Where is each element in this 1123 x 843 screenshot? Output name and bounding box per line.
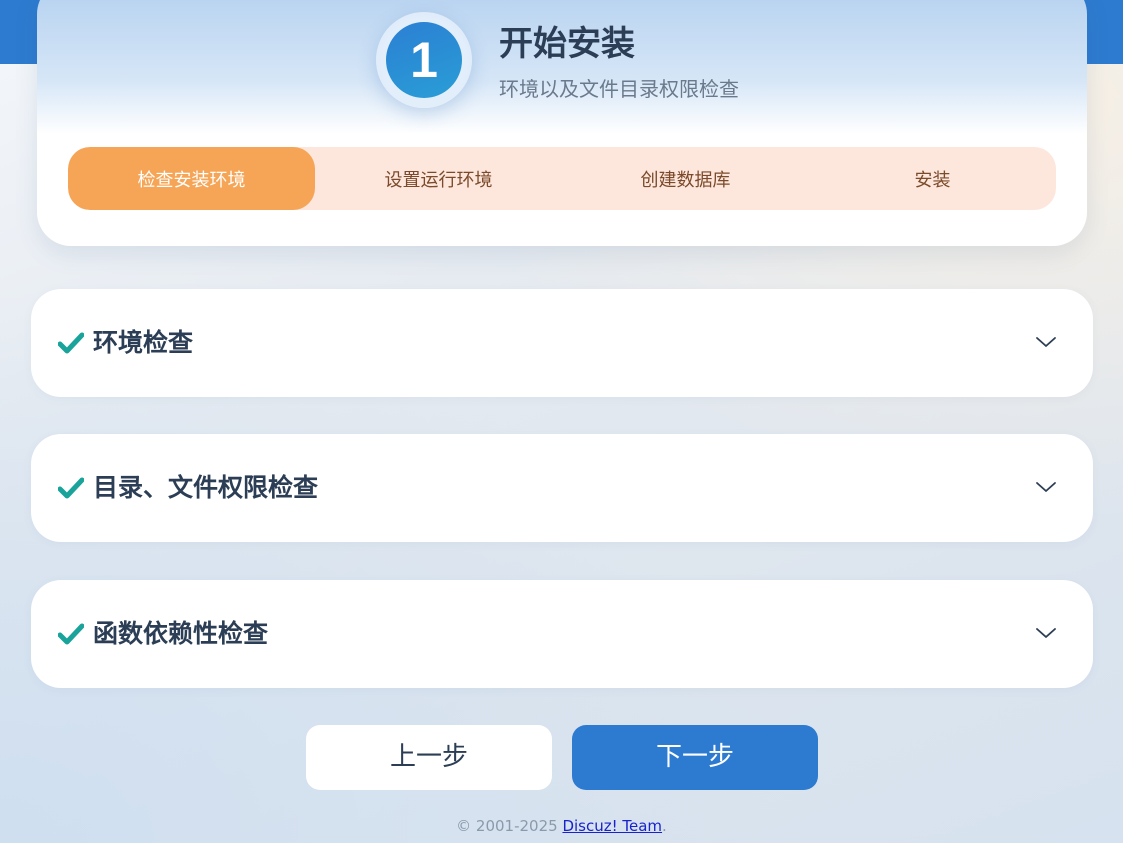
step-number-badge: 1	[386, 22, 462, 98]
section-permission-check[interactable]: 目录、文件权限检查	[31, 434, 1093, 542]
steps-progress-bar: 检查安装环境 设置运行环境 创建数据库 安装	[68, 147, 1056, 210]
step-install: 安装	[914, 169, 951, 191]
check-icon	[58, 477, 84, 499]
footer-team-link[interactable]: Discuz! Team	[562, 817, 662, 835]
section-environment-check[interactable]: 环境检查	[31, 289, 1093, 397]
check-icon	[58, 623, 84, 645]
footer-copyright: © 2001-2025	[456, 817, 563, 835]
section-title: 目录、文件权限检查	[93, 473, 319, 502]
section-title: 环境检查	[93, 328, 194, 357]
chevron-down-icon[interactable]	[1035, 480, 1057, 494]
step-create-database: 创建数据库	[640, 169, 731, 191]
step-check-environment: 检查安装环境	[68, 147, 315, 210]
step-setup-environment: 设置运行环境	[384, 169, 493, 191]
previous-step-button[interactable]: 上一步	[306, 725, 552, 790]
section-function-check[interactable]: 函数依赖性检查	[31, 580, 1093, 688]
chevron-down-icon[interactable]	[1035, 626, 1057, 640]
next-step-button[interactable]: 下一步	[572, 725, 818, 790]
page-subtitle: 环境以及文件目录权限检查	[499, 77, 739, 101]
footer: © 2001-2025 Discuz! Team.	[0, 815, 1123, 837]
check-icon	[58, 332, 84, 354]
section-title: 函数依赖性检查	[93, 619, 269, 648]
footer-suffix: .	[662, 817, 667, 835]
page-title: 开始安装	[499, 24, 635, 64]
chevron-down-icon[interactable]	[1035, 335, 1057, 349]
